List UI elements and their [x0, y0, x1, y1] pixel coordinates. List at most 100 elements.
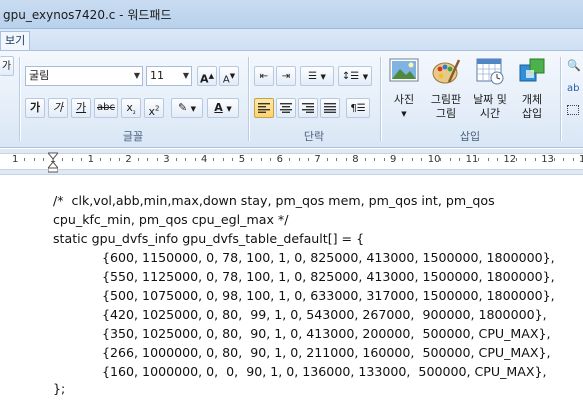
font-color-icon: A — [214, 101, 223, 114]
shrink-font-button[interactable]: A▼ — [219, 66, 239, 86]
paragraph-group: ⇤ ⇥ ☰ ▼ ↕☰ ▼ ¶☰ 단락 — [252, 54, 376, 146]
increase-indent-button[interactable]: ⇥ — [276, 66, 296, 86]
ruler-tick — [175, 158, 177, 161]
grow-font-icon: A — [200, 72, 209, 86]
ruler-tick — [43, 158, 45, 161]
select-all-icon[interactable] — [567, 105, 579, 115]
code-line: {350, 1025000, 0, 80, 90, 1, 0, 413000, … — [102, 326, 551, 341]
bold-button[interactable]: 가 — [25, 98, 45, 118]
ruler-tick — [109, 158, 111, 161]
ruler-tick — [307, 158, 309, 161]
align-right-button[interactable] — [298, 98, 318, 118]
paste-fragment-icon: 가 — [1, 61, 12, 72]
font-size-combo[interactable]: 11 ▼ — [146, 66, 192, 86]
bullet-list-icon: ☰ — [308, 71, 318, 82]
indent-marker-icon[interactable] — [48, 149, 58, 173]
subscript-icon: x₂ — [126, 101, 136, 117]
ruler-tick — [71, 158, 73, 161]
ruler-number: 1 — [87, 154, 94, 165]
highlight-button[interactable]: ✎ ▼ — [171, 98, 203, 118]
separator — [560, 57, 561, 141]
date-time-button[interactable]: 날짜 및 시간 — [470, 56, 510, 121]
strikethrough-icon: abc — [97, 102, 115, 113]
ruler-number: 2 — [125, 154, 132, 165]
ruler-tick — [563, 158, 565, 161]
line-spacing-button[interactable]: ↕☰ ▼ — [338, 66, 372, 86]
ruler-number: 6 — [276, 154, 283, 165]
object-label-1: 개체 — [521, 93, 543, 106]
paragraph-settings-button[interactable]: ¶☰ — [346, 98, 370, 118]
document-area[interactable]: /* clk,vol,abb,min,max,down stay, pm_qos… — [0, 176, 583, 403]
ruler-number: 8 — [352, 154, 359, 165]
chevron-down-icon: ▼ — [362, 73, 369, 81]
superscript-button[interactable]: x2 — [144, 98, 164, 118]
font-group-label: 글꼴 — [122, 130, 144, 143]
bullets-button[interactable]: ☰ ▼ — [300, 66, 334, 86]
justify-button[interactable] — [320, 98, 340, 118]
subscript-button[interactable]: x₂ — [121, 98, 141, 118]
underline-icon: 가 — [75, 101, 87, 114]
ruler-tick — [364, 158, 366, 161]
shrink-font-icon: A — [222, 74, 230, 86]
paint-palette-icon — [432, 59, 461, 84]
insert-object-button[interactable]: 개체 삽입 — [514, 56, 550, 121]
ruler-tick — [185, 158, 187, 161]
paint-drawing-button[interactable]: 그림판 그림 — [426, 56, 466, 121]
font-name-combo[interactable]: 굴림 ▼ — [25, 66, 143, 86]
ruler-tick — [459, 158, 461, 161]
ruler-tick — [260, 158, 262, 161]
ruler-tick — [270, 158, 272, 161]
picture-label: 사진 — [393, 93, 415, 106]
ruler-tick — [345, 158, 347, 161]
tab-view[interactable]: 보기 — [0, 31, 31, 50]
ruler-tick — [81, 158, 83, 161]
ruler-tick — [534, 158, 536, 161]
ribbon: 가 굴림 ▼ 11 ▼ A▲ A▼ 가 가 가 abc x₂ x2 ✎ ▼ A … — [0, 51, 583, 148]
ruler-tick — [326, 158, 328, 161]
ribbon-tab-strip: 보기 — [0, 29, 583, 51]
italic-icon: 가 — [52, 101, 64, 114]
grow-font-button[interactable]: A▲ — [197, 66, 217, 86]
find-icon[interactable]: 🔍 — [567, 59, 581, 72]
chevron-down-icon: ▼ — [190, 105, 197, 113]
code-line: static gpu_dvfs_info gpu_dvfs_table_defa… — [53, 231, 365, 246]
strikethrough-button[interactable]: abc — [94, 98, 118, 118]
italic-button[interactable]: 가 — [48, 98, 68, 118]
ruler-tick — [487, 158, 489, 161]
ruler-tick — [374, 158, 376, 161]
object-label-2: 삽입 — [521, 107, 543, 120]
ruler-tick — [496, 158, 498, 161]
justify-icon — [324, 103, 336, 113]
replace-icon[interactable]: ab — [567, 83, 579, 94]
ruler[interactable]: 111234567891011121314 — [0, 149, 583, 175]
chevron-down-icon: ▼ — [226, 105, 232, 113]
decrease-indent-button[interactable]: ⇤ — [254, 66, 274, 86]
code-line: /* clk,vol,abb,min,max,down stay, pm_qos… — [53, 193, 495, 208]
separator — [380, 57, 381, 141]
picture-icon — [389, 58, 419, 82]
paint-label-2: 그림 — [435, 107, 457, 120]
ruler-tick — [222, 158, 224, 161]
align-left-button[interactable] — [254, 98, 274, 118]
ruler-tick — [213, 158, 215, 161]
ruler-tick — [440, 158, 442, 161]
ruler-tick — [118, 158, 120, 161]
code-line: {550, 1125000, 0, 78, 100, 1, 0, 825000,… — [102, 269, 555, 284]
ruler-tick — [421, 158, 423, 161]
code-line: {160, 1000000, 0, 0, 90, 1, 0, 136000, 1… — [102, 364, 547, 379]
code-line: {266, 1000000, 0, 80, 90, 1, 0, 211000, … — [102, 345, 551, 360]
align-center-button[interactable] — [276, 98, 296, 118]
insert-group-label: 삽입 — [459, 130, 481, 143]
insert-picture-button[interactable]: 사진 ▼ — [386, 56, 422, 121]
increase-indent-icon: ⇥ — [281, 71, 291, 82]
ruler-tick — [478, 158, 480, 161]
code-line: {500, 1075000, 0, 98, 100, 1, 0, 633000,… — [102, 288, 555, 303]
underline-button[interactable]: 가 — [71, 98, 91, 118]
clipboard-partial-button[interactable]: 가 — [0, 56, 14, 76]
ruler-tick — [194, 158, 196, 161]
ruler-tick — [411, 158, 413, 161]
ruler-tick — [156, 158, 158, 161]
font-color-button[interactable]: A ▼ — [207, 98, 239, 118]
chevron-down-icon[interactable]: ▼ — [134, 67, 140, 85]
chevron-down-icon[interactable]: ▼ — [183, 67, 189, 85]
